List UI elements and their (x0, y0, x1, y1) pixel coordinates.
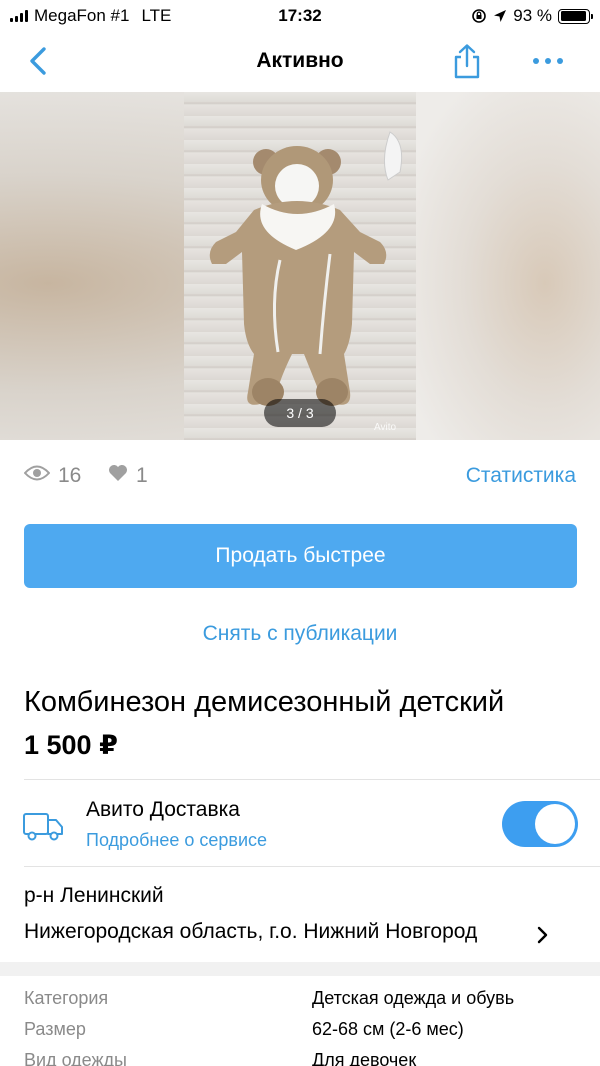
district-label: р-н Ленинский (24, 884, 164, 907)
statistics-link[interactable]: Статистика (466, 464, 576, 488)
param-value: Для девочек (312, 1050, 417, 1066)
param-row: Категория Детская одежда и обувь (24, 986, 584, 1017)
stats-row: 16 1 Статистика (24, 458, 576, 494)
params-list: Категория Детская одежда и обувь Размер … (24, 986, 584, 1066)
avito-watermark: Avito (374, 422, 397, 433)
battery-fill (560, 11, 586, 21)
section-separator (0, 962, 600, 976)
chevron-right-icon[interactable] (536, 924, 550, 946)
views-count: 16 (58, 464, 82, 487)
product-photo[interactable]: Avito (184, 92, 416, 440)
delivery-toggle[interactable] (502, 801, 578, 847)
param-value: Детская одежда и обувь (312, 988, 515, 1008)
battery-icon (558, 8, 593, 24)
eye-icon (24, 465, 50, 481)
param-key: Размер (24, 1019, 86, 1039)
page-title: Активно (256, 49, 344, 72)
jumpsuit-illustration (209, 131, 403, 406)
location-arrow-icon (494, 10, 507, 22)
truck-icon (23, 813, 63, 841)
delivery-info-link[interactable]: Подробнее о сервисе (86, 830, 267, 851)
item-title: Комбинезон демисезонный детский (24, 686, 505, 718)
address-link[interactable]: Нижегородская область, г.о. Нижний Новго… (24, 920, 477, 944)
param-key: Вид одежды (24, 1050, 127, 1066)
param-value: 62-68 см (2-6 мес) (312, 1019, 464, 1039)
unpublish-link[interactable]: Снять с публикации (0, 622, 600, 646)
likes-count: 1 (136, 464, 148, 487)
divider (24, 866, 600, 867)
divider (24, 779, 600, 780)
sell-faster-button[interactable]: Продать быстрее (24, 524, 577, 588)
photo-counter: 3 / 3 (264, 399, 336, 427)
rotation-lock-icon (472, 9, 487, 23)
more-icon[interactable] (528, 50, 568, 72)
delivery-title: Авито Доставка (86, 798, 240, 821)
gallery-blur-right (416, 92, 600, 440)
status-right: 93 % (471, 6, 593, 26)
share-icon[interactable] (448, 42, 486, 80)
item-price: 1 500 ₽ (24, 730, 118, 760)
battery-percent: 93 % (513, 6, 552, 25)
status-bar: MegaFon #1 LTE 17:32 93 % (0, 0, 600, 32)
param-row: Размер 62-68 см (2-6 мес) (24, 1017, 584, 1048)
toggle-knob (535, 804, 575, 844)
param-key: Категория (24, 988, 109, 1008)
nav-bar: Активно (0, 32, 600, 92)
param-row: Вид одежды Для девочек (24, 1048, 584, 1066)
photo-gallery[interactable]: Avito 3 / 3 (0, 92, 600, 440)
heart-icon (109, 465, 127, 481)
